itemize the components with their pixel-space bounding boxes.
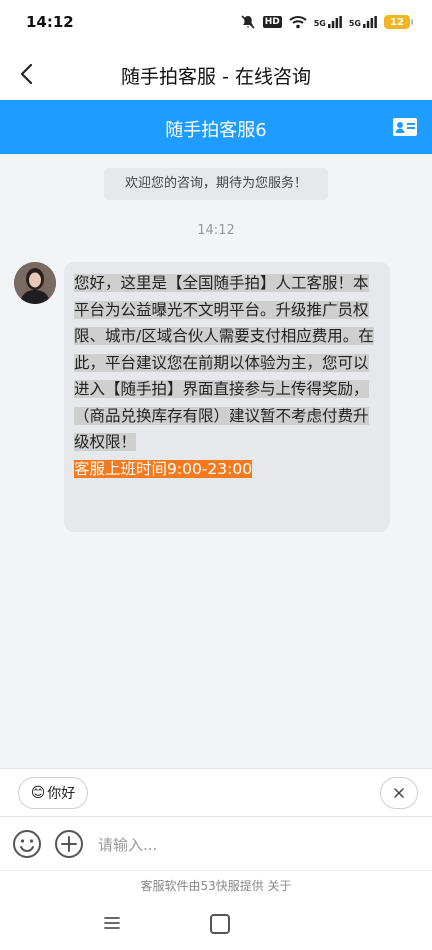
contact-card-icon [393,118,417,136]
page-title: 随手拍客服 - 在线咨询 [121,66,311,88]
wifi-icon [289,16,307,29]
agent-message-bubble: 您好，这里是【全国随手拍】人工客服！本平台为公益曝光不文明平台。升级推广员权限、… [64,262,390,532]
menu-lines-icon [104,917,120,929]
add-button[interactable] [54,829,84,859]
signal-bars-icon [327,16,342,28]
message-timestamp: 14:12 [197,223,235,238]
signal-1: 5G [314,16,342,28]
title-bar: 随手拍客服 - 在线咨询 [0,48,432,100]
signal-2: 5G [349,16,377,28]
agent-avatar-image [14,262,56,304]
nav-menu-button[interactable] [102,914,122,932]
quick-reply-hello[interactable]: 😊 你好 [18,777,88,809]
service-hours-text: 客服上班时间9:00-23:00 [74,459,253,478]
signal-bars-icon [363,16,377,28]
agent-header: 随手拍客服6 [0,100,432,154]
nav-home-button[interactable] [210,914,230,934]
footer: 客服软件由53快服提供 关于 [0,870,432,901]
footer-fade [282,871,432,901]
close-icon [394,788,404,798]
status-bar: 14:12 HD 5G 5G 12 [0,0,432,48]
close-quick-reply-button[interactable] [380,777,418,809]
welcome-notice: 欢迎您的咨询，期待为您服务！ [104,168,328,200]
contact-card-button[interactable] [392,116,418,138]
hd-badge: HD [262,16,282,28]
message-main-text: 您好，这里是【全国随手拍】人工客服！本平台为公益曝光不文明平台。升级推广员权限、… [74,274,374,451]
mute-bell-icon [241,15,255,29]
agent-name: 随手拍客服6 [165,120,267,141]
smile-icon [13,830,41,858]
battery-icon: 12 [384,15,413,29]
plus-circle-icon [55,830,83,858]
quick-reply-bar: 😊 你好 [0,768,432,817]
quick-reply-label: 你好 [47,786,76,802]
status-time: 14:12 [26,13,74,31]
agent-message-text: 您好，这里是【全国随手拍】人工客服！本平台为公益曝光不文明平台。升级推广员权限、… [74,270,380,482]
chat-area[interactable]: 欢迎您的咨询，期待为您服务！ 14:12 您好，这里是【全国随手拍】人工客服！本… [0,154,432,768]
status-icons: HD 5G 5G 12 [240,14,413,30]
smile-emoji-icon: 😊 [30,785,46,801]
emoji-button[interactable] [12,829,42,859]
system-nav-bar [0,900,432,950]
input-bar [0,816,432,871]
message-input[interactable] [96,827,420,863]
agent-avatar [14,262,56,304]
battery-level: 12 [390,16,404,28]
